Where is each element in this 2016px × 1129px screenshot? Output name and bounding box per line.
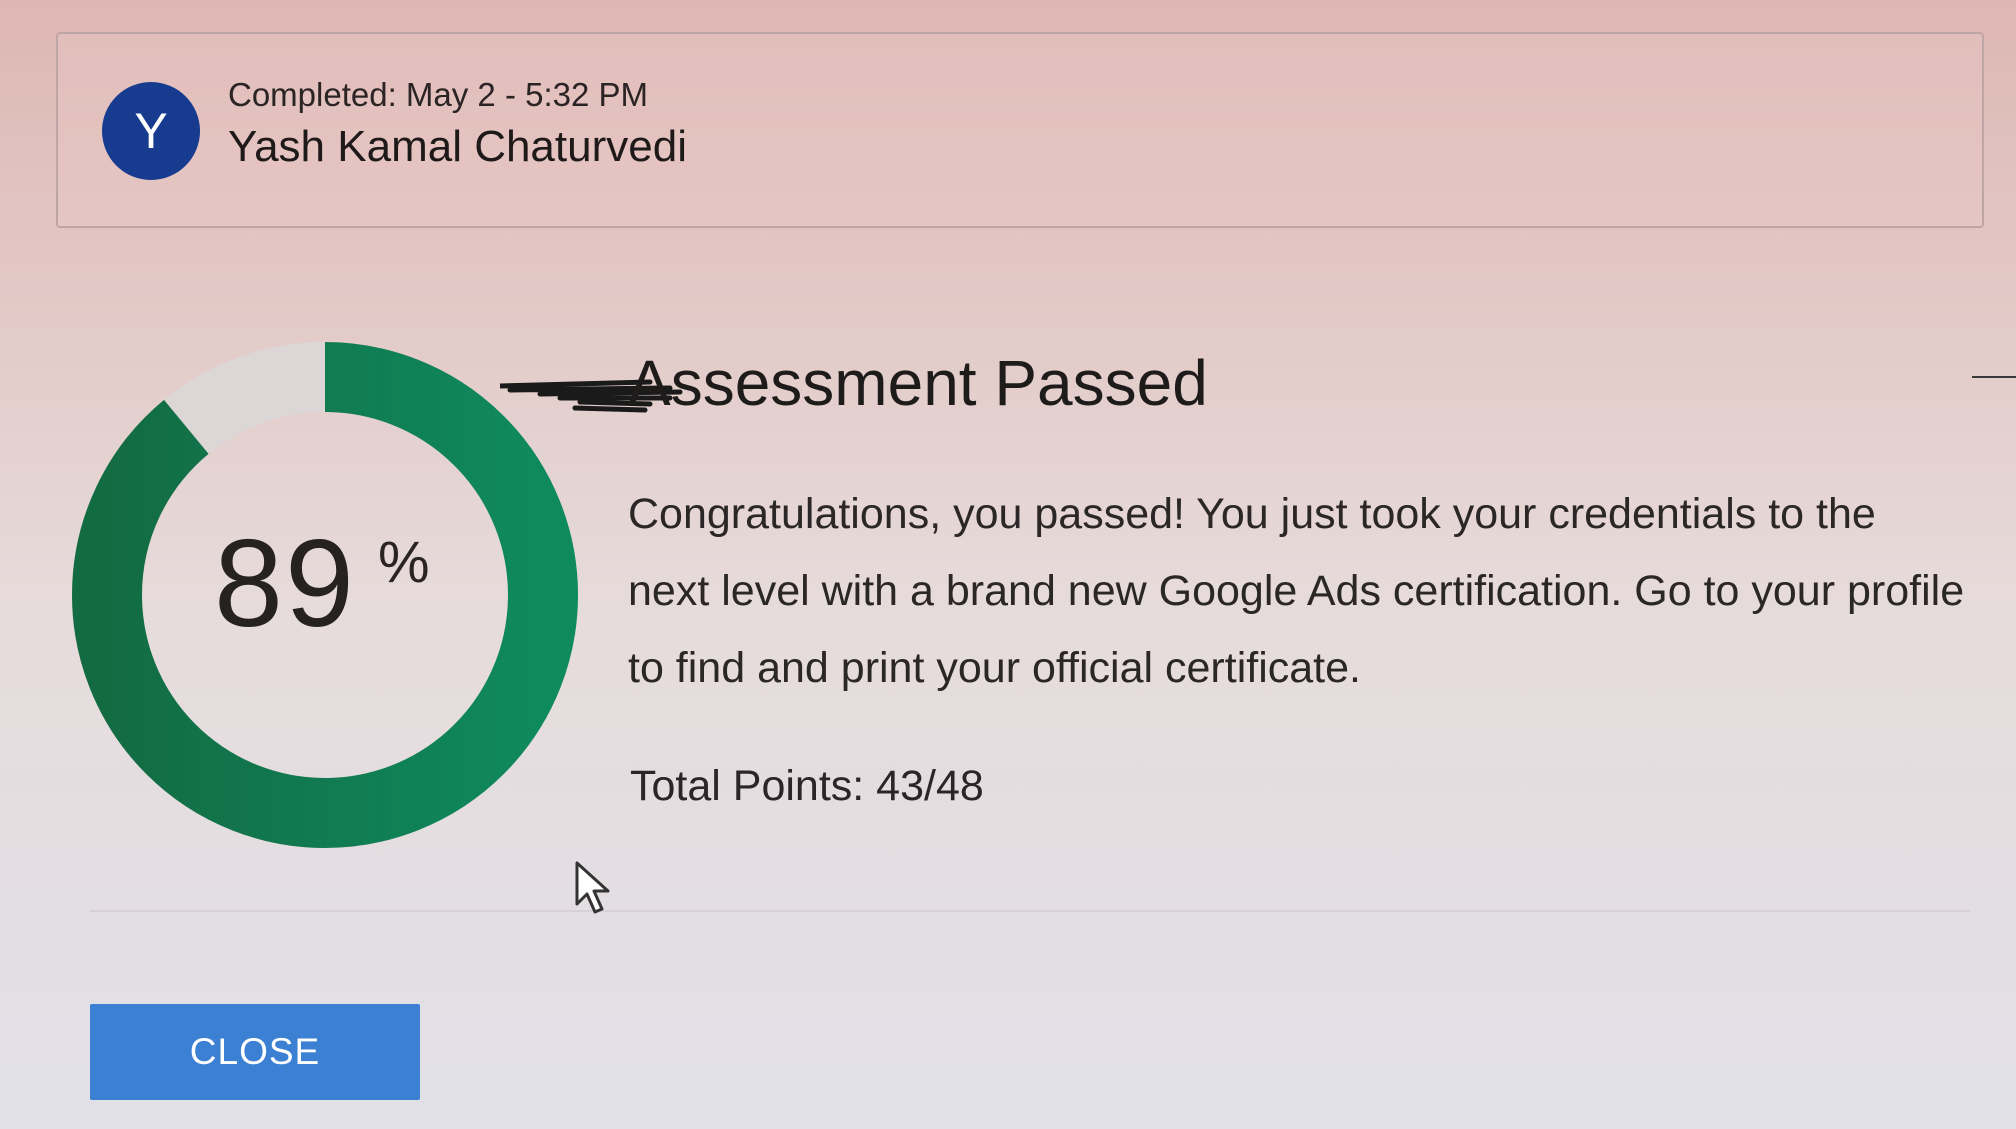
completed-timestamp: Completed: May 2 - 5:32 PM xyxy=(228,76,649,113)
user-name: Yash Kamal Chaturvedi xyxy=(228,122,687,171)
avatar: Y xyxy=(102,82,200,180)
footer-divider xyxy=(90,910,1970,912)
score-percentage: 89 xyxy=(214,515,356,653)
result-title: Assessment Passed xyxy=(628,347,1208,419)
close-button[interactable]: CLOSE xyxy=(90,1004,420,1100)
edge-line xyxy=(1972,376,2016,378)
user-info-card: Y Completed: May 2 - 5:32 PM Yash Kamal … xyxy=(56,32,1984,228)
result-message: Congratulations, you passed! You just to… xyxy=(628,490,1965,692)
total-points: Total Points: 43/48 xyxy=(630,762,984,810)
score-percent-sign: % xyxy=(378,530,430,595)
mouse-pointer-icon xyxy=(575,861,610,914)
